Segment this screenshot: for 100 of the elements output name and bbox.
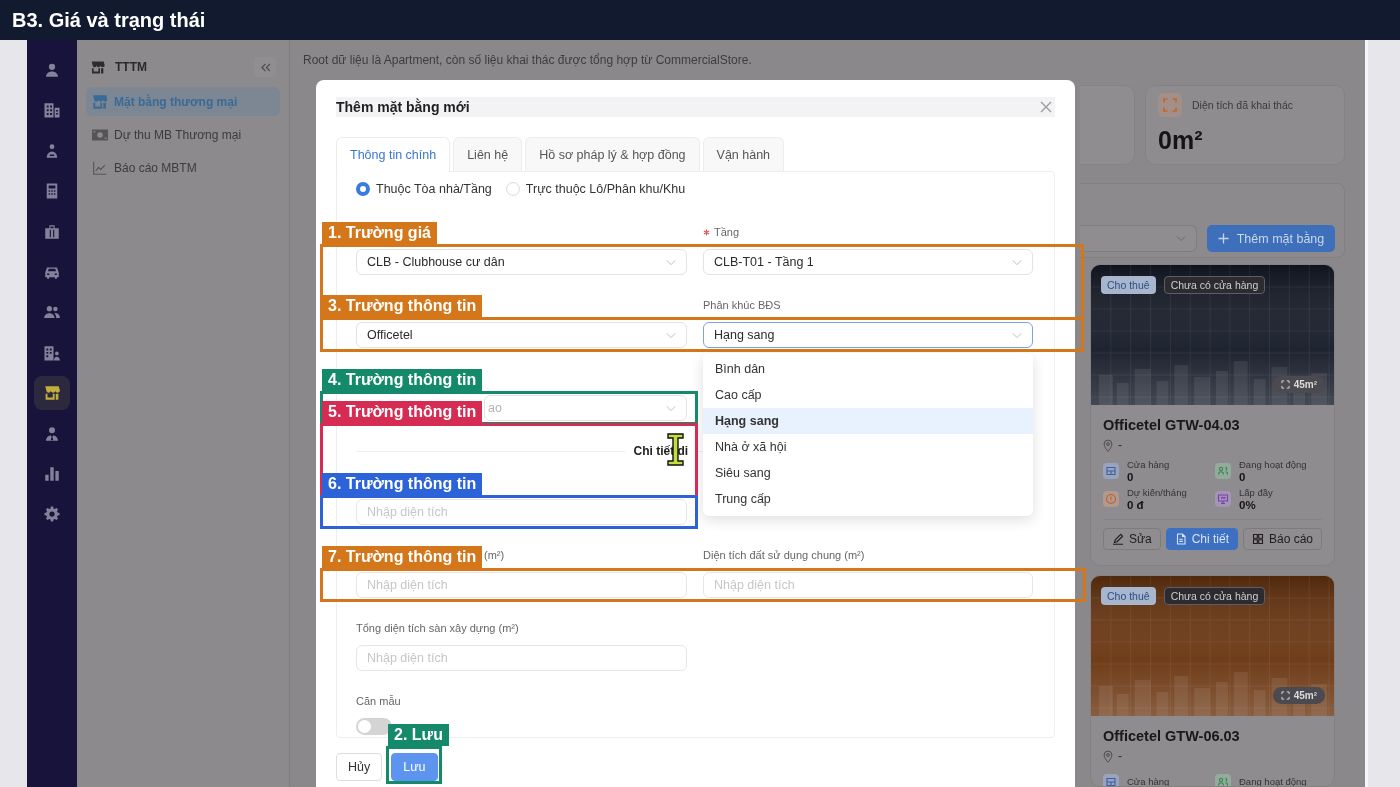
close-icon <box>1040 101 1052 113</box>
dropdown-option[interactable]: Siêu sang <box>703 460 1033 486</box>
building-person-icon <box>43 343 61 362</box>
callout-label: 3. Trường thông tin <box>322 295 483 317</box>
store-status-tag: Chưa có cửa hàng <box>1163 587 1266 605</box>
coin-icon <box>1103 491 1119 507</box>
radio-option[interactable]: Thuộc Tòa nhà/Tầng <box>356 182 492 196</box>
callout-label: 5. Trường thông tin <box>322 401 483 423</box>
store-icon <box>1103 774 1119 786</box>
field-label: (m²) <box>484 549 505 561</box>
grid-icon <box>1251 533 1264 545</box>
pencil-icon <box>1111 533 1124 545</box>
cancel-button[interactable]: Hủy <box>336 753 383 781</box>
stat-label: Lấp đầy <box>1239 487 1273 499</box>
briefcase-icon <box>43 222 61 241</box>
highlight-frame <box>386 746 442 784</box>
area-text: 45m² <box>1293 690 1317 701</box>
select-field[interactable]: Hạng sang <box>703 322 1033 348</box>
location-pin-icon <box>1103 438 1113 452</box>
close-button[interactable] <box>1039 100 1053 114</box>
stat-label: Đang hoạt động <box>1239 459 1307 471</box>
area-input[interactable]: Nhập diện tích <box>703 572 1033 598</box>
add-button[interactable]: Thêm mặt bằng <box>1207 225 1335 252</box>
callout-label: 1. Trường giá <box>322 222 437 244</box>
card-title: Officetel GTW-04.03 <box>1103 416 1241 435</box>
bar-chart-icon <box>43 464 61 483</box>
store-icon <box>43 384 61 403</box>
users-icon <box>1215 774 1231 786</box>
dropdown-option[interactable]: Bình dân <box>703 356 1033 382</box>
sidebar-title: TTTM <box>115 60 147 74</box>
toggle-switch[interactable] <box>356 718 392 735</box>
field-label: Tổng diện tích sàn xây dựng (m²) <box>356 622 519 634</box>
store-icon <box>91 60 105 74</box>
location-text: - <box>1118 438 1122 452</box>
chevron-down-icon <box>666 404 676 412</box>
radio-option[interactable]: Trực thuộc Lô/Phân khu/Khu <box>505 182 686 196</box>
nav-button[interactable] <box>34 376 70 411</box>
plus-icon <box>1217 233 1229 244</box>
banner-title: B3. Giá và trạng thái <box>12 8 206 32</box>
callout-label: 6. Trường thông tin <box>322 473 483 495</box>
stat-label: Cửa hàng <box>1127 459 1170 471</box>
status-tag: Cho thuê <box>1101 587 1156 605</box>
double-chevron-left-icon <box>259 62 271 72</box>
chevron-down-icon <box>666 331 676 339</box>
stat-value: 0 <box>1127 471 1135 483</box>
field-label: Tầng <box>714 226 740 238</box>
tab[interactable]: Hồ sơ pháp lý & hợp đồng <box>525 137 700 171</box>
chevron-down-icon <box>1012 258 1022 266</box>
location-text: - <box>1118 749 1122 763</box>
area-input[interactable]: Nhập diện tích <box>356 645 687 671</box>
expand-icon <box>1280 691 1290 700</box>
select-field[interactable]: CLB - Clubhouse cư dân <box>356 249 687 275</box>
stat-value: 0 đ <box>1127 499 1145 511</box>
area-input[interactable]: Nhập diện tích <box>356 572 687 598</box>
tab[interactable]: Liên hệ <box>453 137 523 171</box>
select-field[interactable]: CLB-T01 - Tầng 1 <box>703 249 1033 275</box>
callout-label: 2. Lưu <box>388 724 449 746</box>
dropdown-option[interactable]: Trung cấp <box>703 486 1033 512</box>
person-tie-icon <box>43 424 61 443</box>
field-label: Phân khúc BĐS <box>703 299 781 311</box>
document-icon <box>1174 533 1187 545</box>
edit-button[interactable]: Sửa <box>1103 528 1161 550</box>
stat-value: 0% <box>1239 499 1257 511</box>
area-input[interactable]: Nhập diện tích <box>356 499 687 525</box>
field-label: Diện tích đất sử dụng chung (m²) <box>703 549 865 561</box>
stat-value: 0m² <box>1158 125 1204 155</box>
banknote-icon <box>92 127 108 142</box>
tab[interactable]: Vận hành <box>702 137 785 171</box>
chevron-down-icon <box>1012 331 1022 339</box>
callout-label: 7. Trường thông tin <box>322 546 483 568</box>
field-label: Căn mẫu <box>356 695 401 707</box>
dropdown-option[interactable]: Cao cấp <box>703 382 1033 408</box>
chevron-down-icon <box>666 258 676 266</box>
stat-value: 0 <box>1239 471 1247 483</box>
info-text: Root dữ liệu là Apartment, còn số liệu khai thác được tổng hợp từ CommercialStore. <box>302 52 753 68</box>
store-status-tag: Chưa có cửa hàng <box>1163 276 1266 294</box>
dropdown-option[interactable]: Nhà ở xã hội <box>703 434 1033 460</box>
tab[interactable]: Thông tin chính <box>336 137 451 172</box>
stat-label: Diện tích đã khai thác <box>1192 99 1293 111</box>
report-button[interactable]: Báo cáo <box>1243 528 1322 550</box>
dropdown-option[interactable]: Hạng sang <box>703 408 1033 434</box>
stat-label: Dự kiến/tháng <box>1127 487 1187 499</box>
line-chart-icon <box>92 160 108 175</box>
location-pin-icon <box>1103 749 1113 763</box>
status-tag: Cho thuê <box>1101 276 1156 294</box>
frame-corners-icon <box>1158 93 1182 117</box>
expand-icon <box>1280 380 1290 389</box>
area-text: 45m² <box>1293 379 1317 390</box>
select-field[interactable]: Officetel <box>356 322 687 348</box>
store-icon <box>92 94 108 109</box>
users-icon <box>1215 463 1231 479</box>
settings-icon <box>43 505 61 524</box>
user-icon <box>43 61 61 79</box>
buildings-icon <box>43 101 61 120</box>
modal-title: Thêm mặt bằng mới <box>336 99 470 115</box>
card-title: Officetel GTW-06.03 <box>1103 727 1241 746</box>
store-icon <box>1103 463 1119 479</box>
callout-label: 4. Trường thông tin <box>322 369 483 391</box>
details-button[interactable]: Chi tiết <box>1165 528 1238 550</box>
monitor-icon <box>1215 491 1231 507</box>
